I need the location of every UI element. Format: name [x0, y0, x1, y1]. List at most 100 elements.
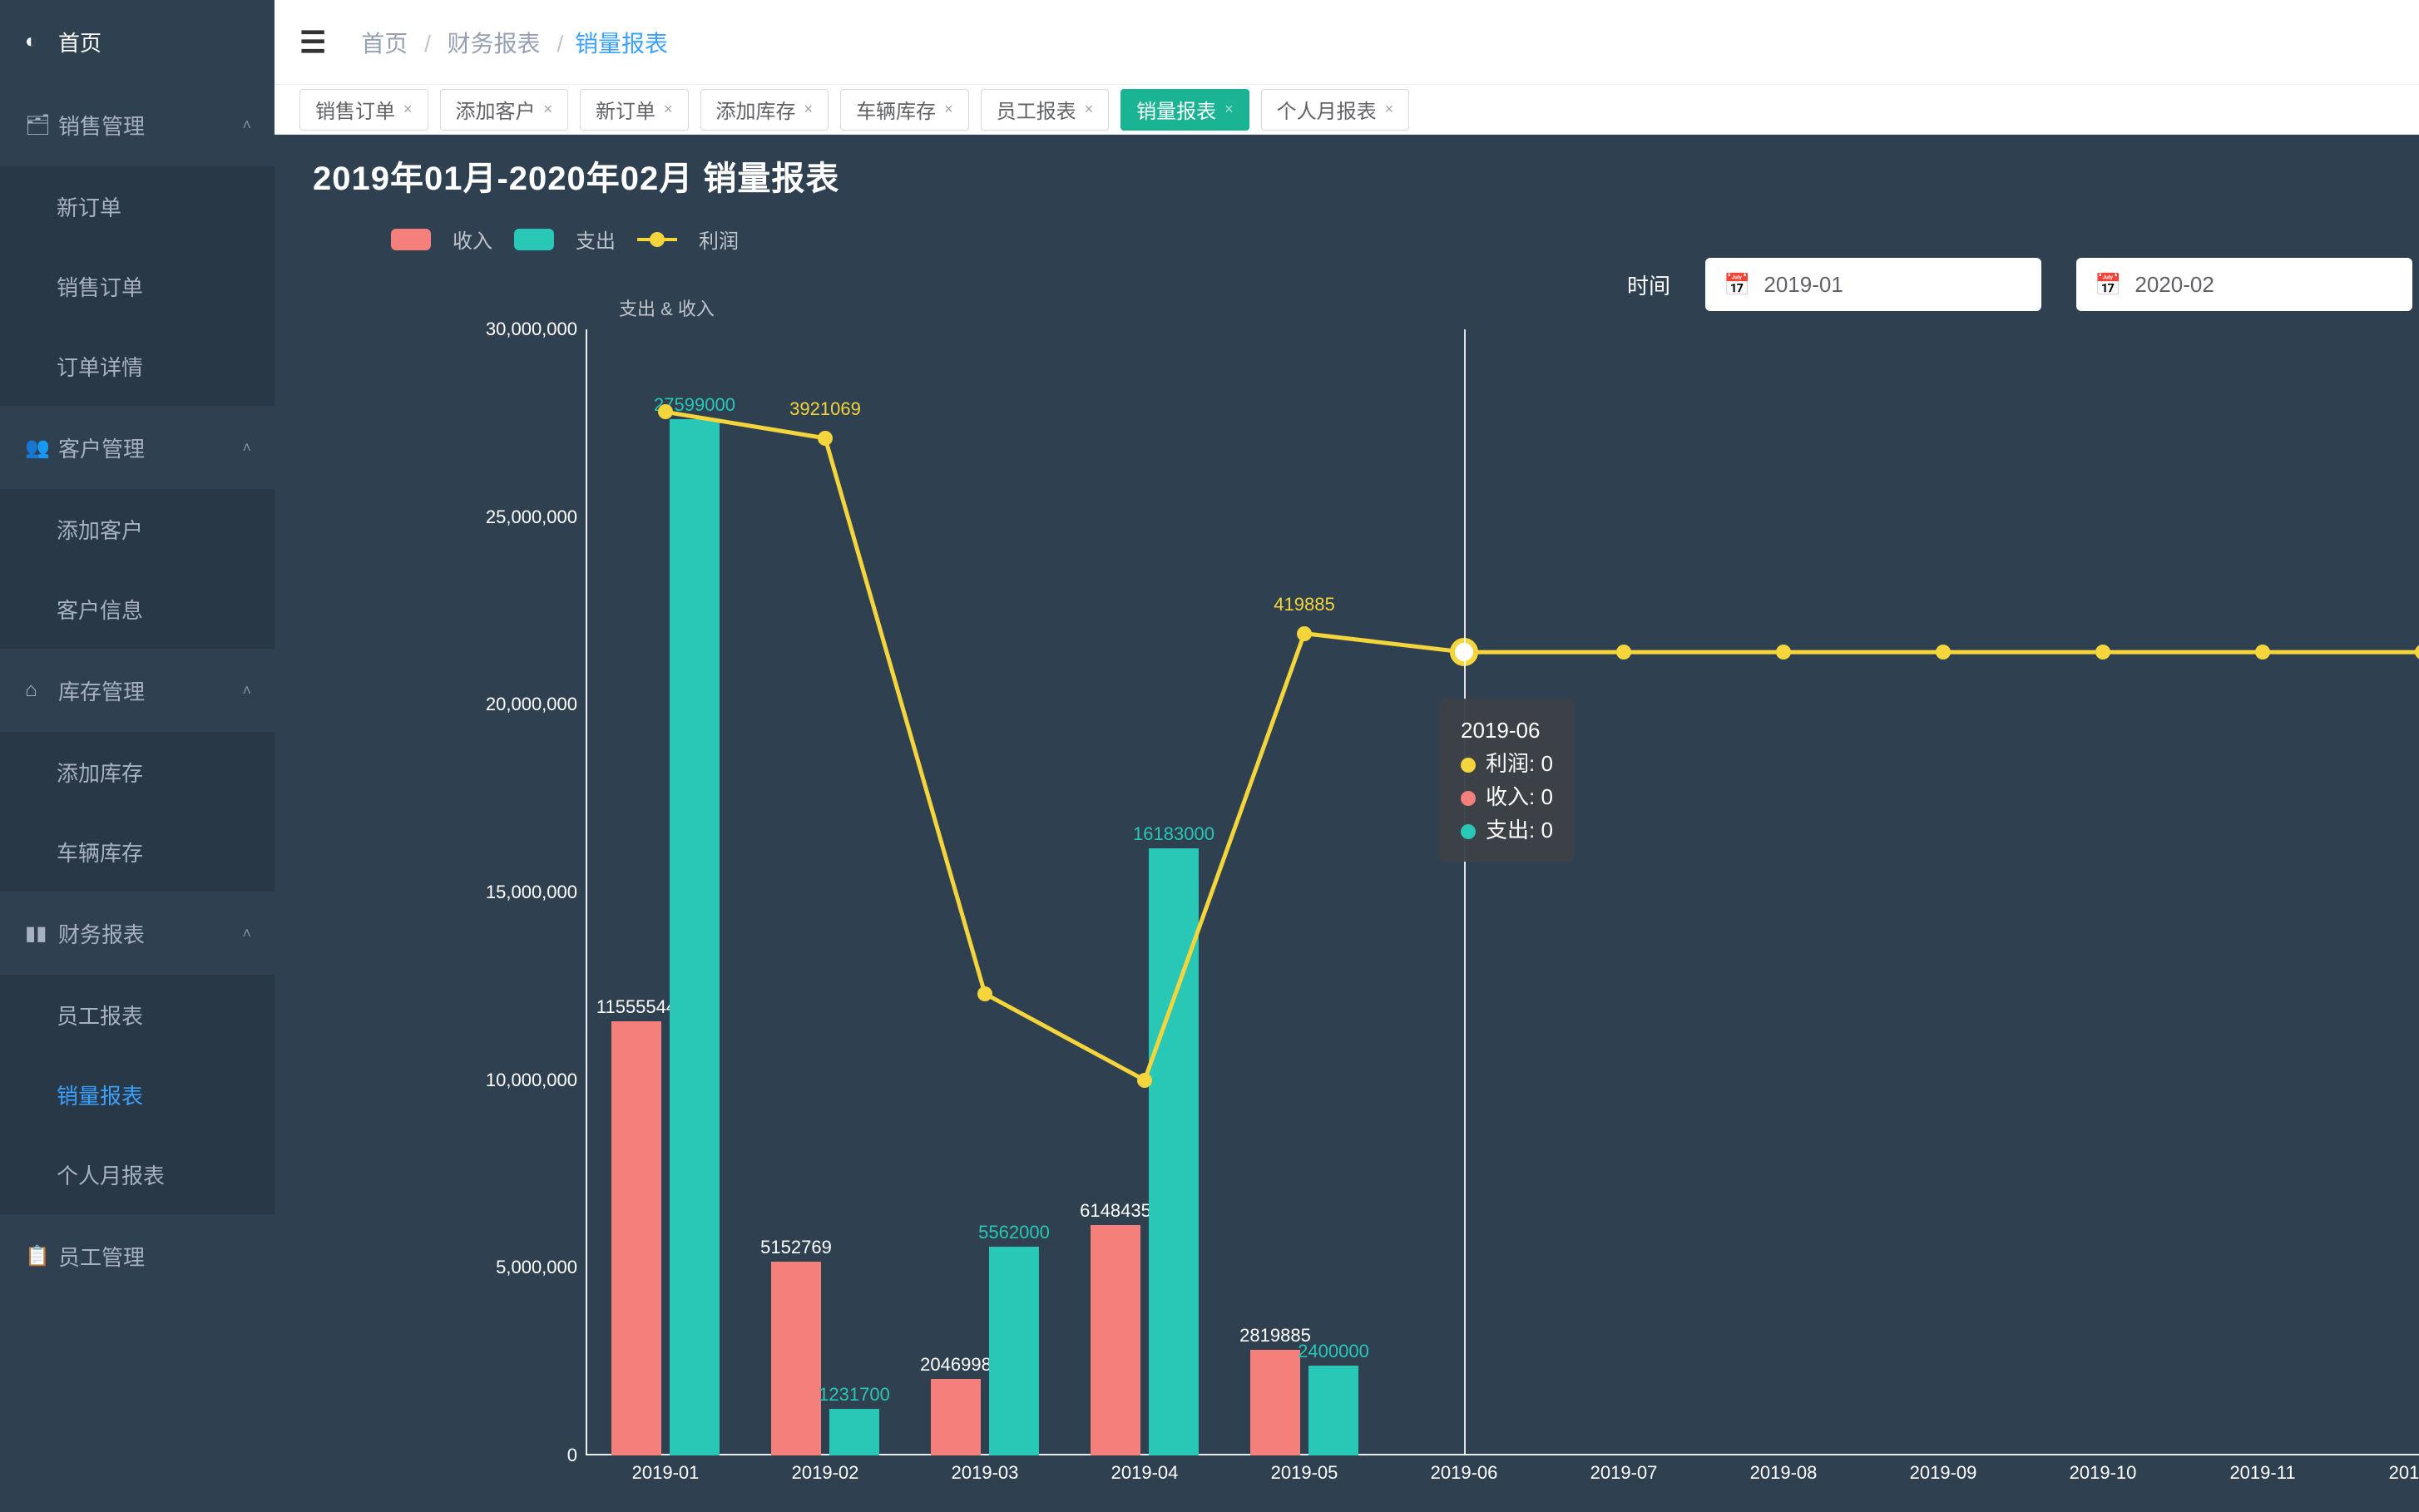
- tab[interactable]: 添加客户 ×: [440, 89, 569, 131]
- close-icon[interactable]: ×: [804, 101, 814, 118]
- sidebar-subitem[interactable]: 车辆库存: [0, 812, 275, 892]
- legend-expense[interactable]: 支出: [576, 225, 616, 254]
- profit-line: [586, 329, 2419, 1455]
- chart-tooltip: 2019-06利润: 0收入: 0支出: 0: [1439, 699, 1575, 862]
- sidebar-item[interactable]: 👥客户管理˄: [0, 406, 275, 489]
- dashboard-icon: ◐: [25, 30, 58, 53]
- x-tick: 2019-08: [1750, 1462, 1818, 1484]
- time-label: 时间: [1627, 269, 1670, 300]
- profit-point-label: 3921069: [789, 398, 861, 427]
- x-tick: 2019-01: [632, 1462, 700, 1484]
- chart-legend: 收入 支出 利润: [391, 225, 739, 254]
- sales-icon: 🗂: [25, 113, 58, 137]
- sidebar-item[interactable]: 📋员工管理: [0, 1214, 275, 1297]
- menu-toggle-icon[interactable]: ☰: [299, 27, 326, 57]
- y-tick: 25,000,000: [486, 506, 577, 528]
- sidebar-item-label: 财务报表: [58, 918, 145, 949]
- close-icon[interactable]: ×: [544, 101, 553, 118]
- sidebar-subitem[interactable]: 添加库存: [0, 732, 275, 812]
- x-tick: 2019-07: [1590, 1462, 1658, 1484]
- main: ☰ 首页 / 财务报表 / 销量报表 销售订单×添加客户×新订单×添加库存×车辆…: [275, 0, 2419, 1512]
- x-tick: 2019-06: [1431, 1462, 1498, 1484]
- sidebar-item-label: 首页: [58, 27, 101, 57]
- tab-label: 新订单: [596, 95, 655, 124]
- x-tick: 2019-11: [2229, 1462, 2295, 1484]
- chevron-up-icon: ˄: [242, 116, 251, 134]
- y-tick: 0: [567, 1445, 577, 1466]
- y-tick: 20,000,000: [486, 694, 577, 715]
- sidebar-subitem[interactable]: 销售订单: [0, 246, 275, 326]
- sidebar: ◐首页 🗂销售管理 ˄ 新订单销售订单订单详情👥客户管理˄添加客户客户信息⌂库存管理˄…: [0, 0, 275, 1512]
- date-to-value: 2020-02: [2135, 272, 2214, 298]
- close-icon[interactable]: ×: [403, 101, 413, 118]
- tooltip-row: 利润: 0: [1461, 747, 1553, 780]
- page-title: 2019年01月-2020年02月 销量报表: [313, 151, 839, 200]
- sidebar-subitem[interactable]: 销量报表: [0, 1055, 275, 1134]
- tooltip-row: 收入: 0: [1461, 780, 1553, 813]
- profit-point[interactable]: [1137, 1073, 1152, 1088]
- legend-profit[interactable]: 利润: [699, 225, 739, 254]
- sidebar-item[interactable]: ⌂库存管理˄: [0, 649, 275, 732]
- chart[interactable]: 支出 & 收入 05,000,00010,000,00015,000,00020…: [328, 301, 2419, 1505]
- chart-icon: ▮▮: [25, 922, 58, 946]
- breadcrumb-mid[interactable]: 财务报表: [448, 31, 541, 57]
- sidebar-subitem[interactable]: 订单详情: [0, 326, 275, 406]
- tab-label: 销量报表: [1136, 95, 1216, 124]
- sidebar-subitem[interactable]: 员工报表: [0, 975, 275, 1055]
- tab[interactable]: 添加库存×: [700, 89, 829, 131]
- calendar-icon: 📅: [2095, 272, 2121, 298]
- chevron-up-icon: ˄: [242, 682, 251, 699]
- sidebar-subitem[interactable]: 个人月报表: [0, 1134, 275, 1214]
- profit-point-label: 419885: [1274, 594, 1334, 622]
- stock-icon: ⌂: [25, 679, 58, 702]
- close-icon[interactable]: ×: [1224, 101, 1234, 118]
- legend-swatch-expense[interactable]: [514, 229, 554, 250]
- users-icon: 👥: [25, 436, 58, 460]
- tab-label: 添加客户: [456, 95, 536, 124]
- topbar: ☰ 首页 / 财务报表 / 销量报表: [275, 0, 2419, 85]
- sidebar-item-label: 销售管理: [58, 110, 145, 141]
- tab-label: 个人月报表: [1277, 95, 1377, 124]
- profit-point[interactable]: [1616, 645, 1631, 660]
- tab[interactable]: 新订单 ×: [580, 89, 689, 131]
- tab[interactable]: 销量报表 ×: [1120, 89, 1249, 131]
- profit-point[interactable]: [2255, 645, 2270, 660]
- tooltip-row: 支出: 0: [1461, 813, 1553, 847]
- x-tick: 2019-05: [1271, 1462, 1338, 1484]
- profit-point[interactable]: [1936, 645, 1951, 660]
- close-icon[interactable]: ×: [1385, 101, 1394, 118]
- profit-point[interactable]: [658, 404, 673, 419]
- date-from-value: 2019-01: [1764, 272, 1843, 298]
- tab-label: 员工报表: [997, 95, 1076, 124]
- profit-point[interactable]: [818, 431, 833, 446]
- tab[interactable]: 员工报表 ×: [981, 89, 1110, 131]
- legend-swatch-income[interactable]: [391, 229, 431, 250]
- legend-swatch-profit[interactable]: [637, 232, 677, 247]
- sidebar-item[interactable]: 🗂销售管理 ˄: [0, 83, 275, 166]
- close-icon[interactable]: ×: [664, 101, 673, 118]
- x-tick: 2019-04: [1111, 1462, 1179, 1484]
- sidebar-item-label: 员工管理: [58, 1241, 145, 1272]
- profit-point[interactable]: [1297, 626, 1312, 641]
- y-tick: 10,000,000: [486, 1070, 577, 1091]
- y-tick: 30,000,000: [486, 319, 577, 340]
- close-icon[interactable]: ×: [1085, 101, 1094, 118]
- close-icon[interactable]: ×: [944, 101, 953, 118]
- tab[interactable]: 个人月报表 ×: [1261, 89, 1410, 131]
- breadcrumb-home[interactable]: 首页: [361, 31, 408, 57]
- sidebar-subitem[interactable]: 新订单: [0, 166, 275, 246]
- legend-income[interactable]: 收入: [453, 225, 492, 254]
- profit-point[interactable]: [977, 986, 992, 1001]
- x-tick: 2019-10: [2070, 1462, 2137, 1484]
- sidebar-item[interactable]: ▮▮财务报表˄: [0, 892, 275, 975]
- sidebar-subitem[interactable]: 添加客户: [0, 489, 275, 569]
- sidebar-subitem[interactable]: 客户信息: [0, 569, 275, 649]
- chevron-up-icon: ˄: [242, 439, 251, 457]
- sidebar-item[interactable]: ◐首页: [0, 0, 275, 83]
- tab[interactable]: 车辆库存×: [840, 89, 969, 131]
- hover-guideline: [1464, 329, 1466, 1455]
- tab[interactable]: 销售订单×: [299, 89, 428, 131]
- x-tick: 2019-12: [2389, 1462, 2419, 1484]
- profit-point[interactable]: [2095, 645, 2110, 660]
- profit-point[interactable]: [1776, 645, 1791, 660]
